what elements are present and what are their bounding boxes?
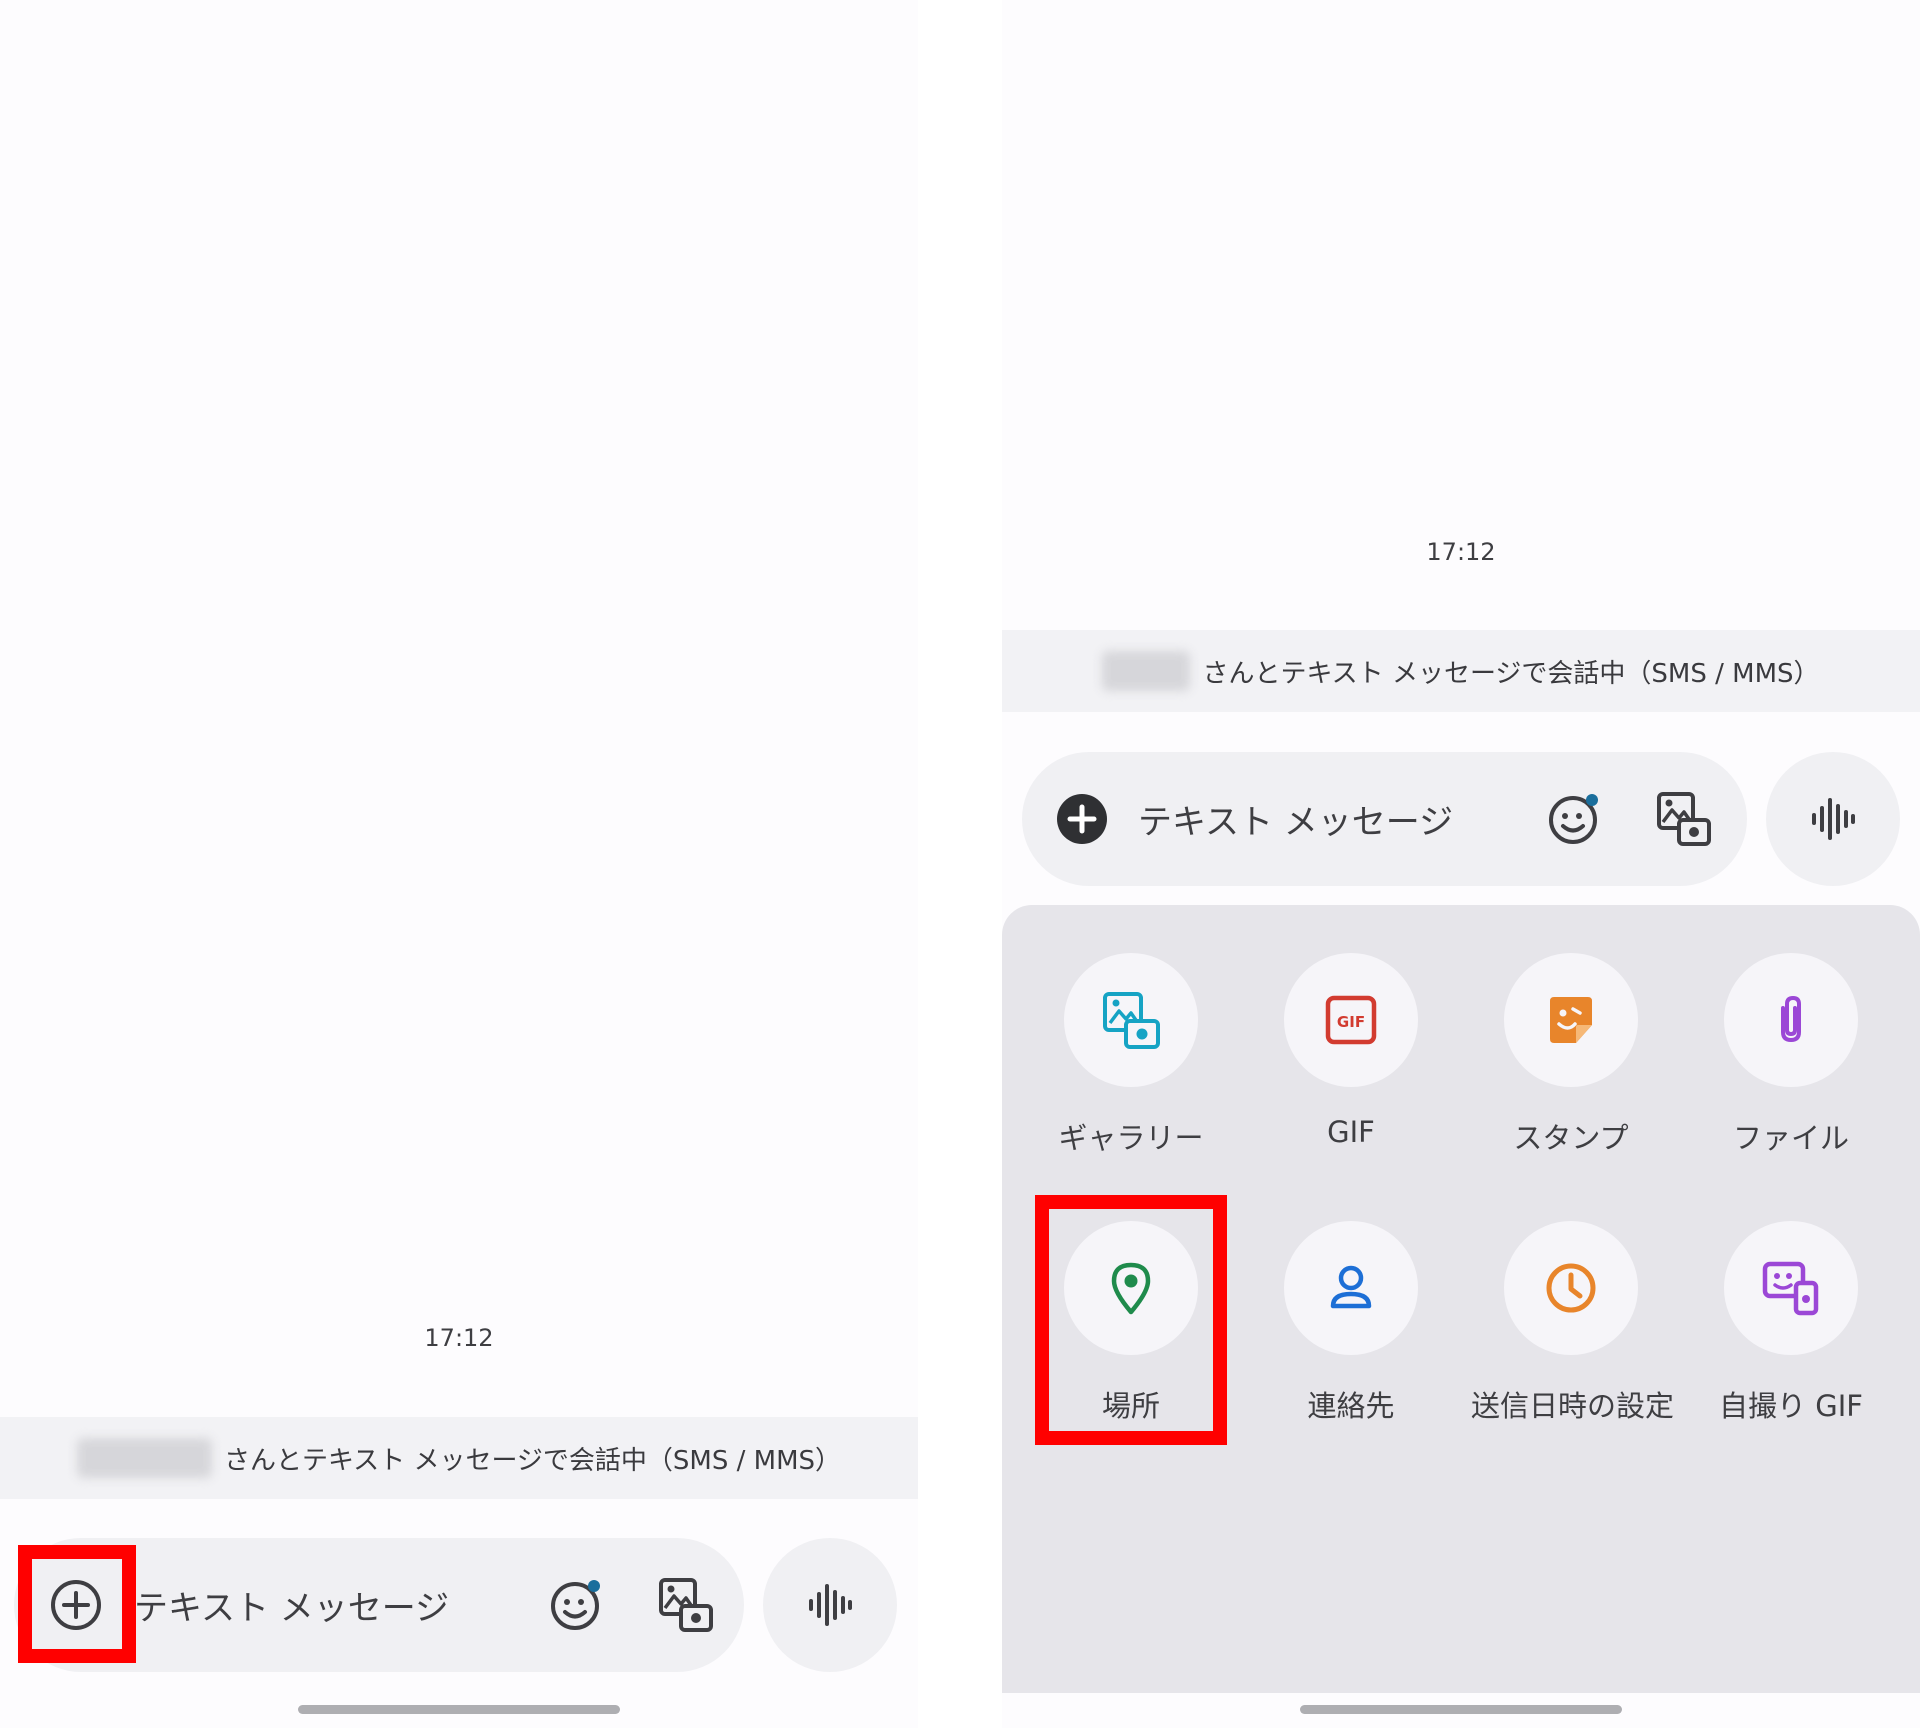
attach-label: 送信日時の設定 [1471, 1389, 1675, 1423]
compose-bar: テキスト メッセージ [1022, 752, 1747, 886]
home-indicator[interactable] [1300, 1705, 1622, 1714]
attach-contact-button[interactable]: 連絡先 [1251, 1221, 1451, 1425]
blurred-contact-name [1102, 651, 1191, 691]
attach-schedule-button[interactable]: 送信日時の設定 [1471, 1221, 1675, 1425]
message-input[interactable]: テキスト メッセージ [134, 1581, 449, 1630]
attach-selfie-gif-button[interactable]: 自撮り GIF [1691, 1221, 1891, 1425]
banner-text: さんとテキスト メッセージで会話中（SMS / MMS） [1202, 658, 1820, 689]
attach-file-button[interactable]: ファイル [1691, 953, 1891, 1157]
attach-label: スタンプ [1513, 1121, 1629, 1155]
left-screen: 17:12 さんとテキスト メッセージで会話中（SMS / MMS） テキスト … [0, 0, 918, 1728]
attach-gif-button[interactable]: GIF GIF [1251, 953, 1451, 1149]
gallery-icon [1064, 953, 1198, 1087]
banner-text: さんとテキスト メッセージで会話中（SMS / MMS） [223, 1445, 842, 1476]
emoji-smile-icon[interactable] [544, 1573, 608, 1637]
message-input[interactable]: テキスト メッセージ [1138, 795, 1453, 844]
gallery-icon[interactable] [654, 1573, 718, 1637]
clock-icon [1504, 1221, 1638, 1355]
voice-message-button[interactable] [763, 1538, 897, 1672]
conversation-info-banner: さんとテキスト メッセージで会話中（SMS / MMS） [1002, 630, 1920, 712]
attach-label: 連絡先 [1307, 1389, 1395, 1423]
svg-text:GIF: GIF [1337, 1013, 1365, 1031]
gallery-icon[interactable] [1652, 787, 1716, 851]
voice-waveform-icon [1812, 798, 1855, 840]
attach-sticker-button[interactable]: スタンプ [1471, 953, 1671, 1157]
conversation-info-banner: さんとテキスト メッセージで会話中（SMS / MMS） [0, 1417, 918, 1499]
attach-label: ギャラリー [1058, 1121, 1204, 1155]
right-screen: 17:12 さんとテキスト メッセージで会話中（SMS / MMS） テキスト … [1002, 0, 1920, 1728]
voice-waveform-icon [809, 1584, 852, 1626]
plus-filled-icon[interactable] [1050, 787, 1114, 851]
gif-icon: GIF [1284, 953, 1418, 1087]
contact-person-icon [1284, 1221, 1418, 1355]
attach-label: 自撮り GIF [1719, 1389, 1863, 1423]
sticker-icon [1504, 953, 1638, 1087]
message-timestamp: 17:12 [424, 1324, 494, 1352]
voice-message-button[interactable] [1766, 752, 1900, 886]
highlight-box-location [1035, 1195, 1227, 1445]
attach-label: ファイル [1732, 1121, 1849, 1155]
paperclip-icon [1724, 953, 1858, 1087]
attach-label: GIF [1327, 1115, 1375, 1149]
emoji-smile-icon[interactable] [1542, 787, 1606, 851]
home-indicator[interactable] [298, 1705, 620, 1714]
attach-gallery-button[interactable]: ギャラリー [1031, 953, 1231, 1157]
selfie-gif-icon [1724, 1221, 1858, 1355]
highlight-box-add-button [18, 1545, 136, 1663]
blurred-contact-name [76, 1438, 212, 1478]
message-timestamp: 17:12 [1426, 538, 1496, 566]
